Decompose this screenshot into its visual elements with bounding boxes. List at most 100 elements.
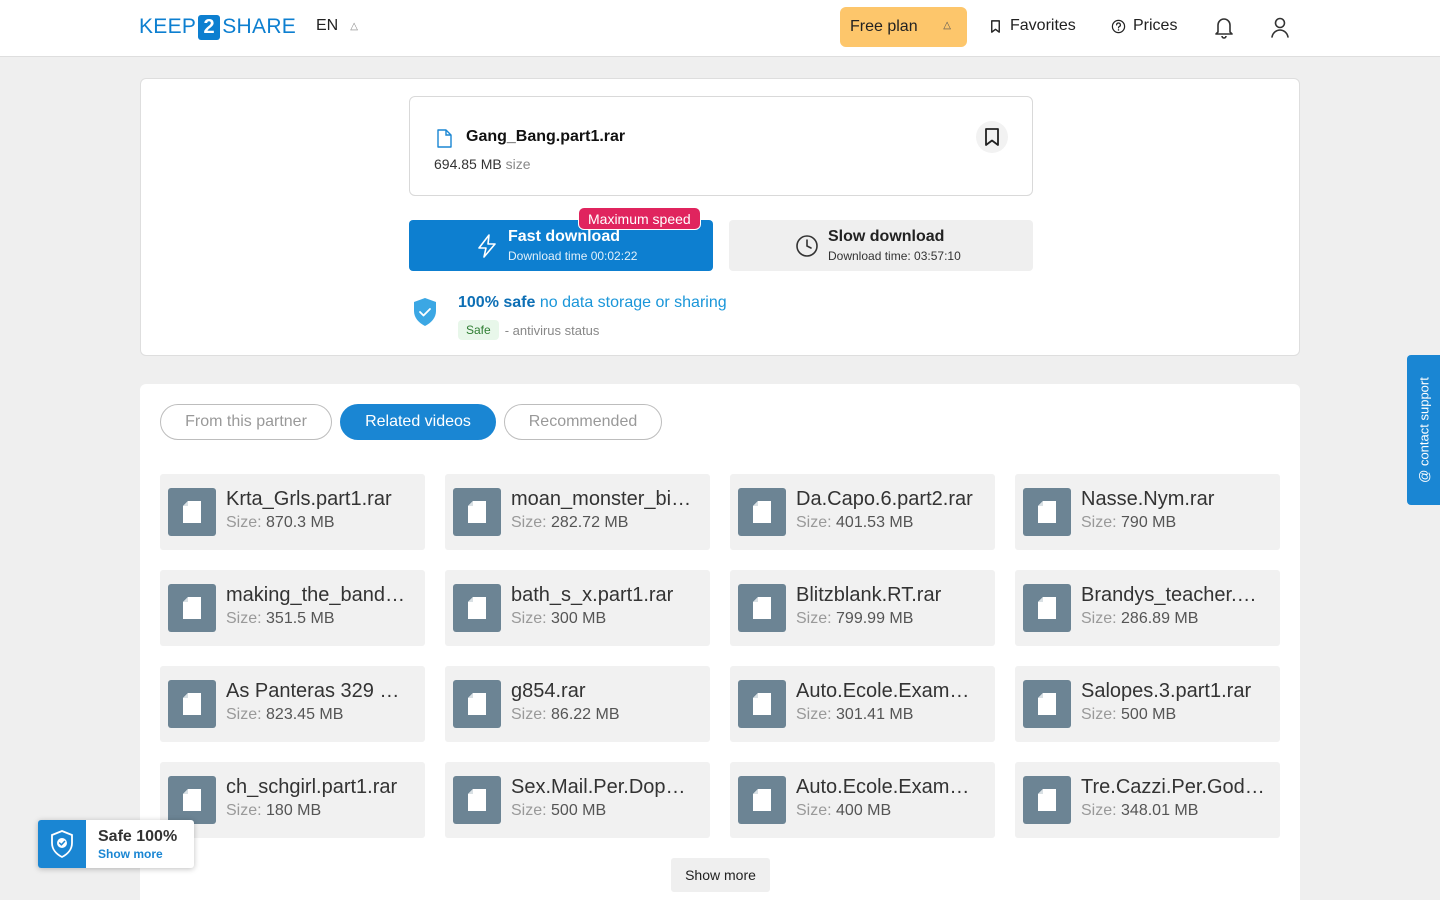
favorites-link[interactable]: Favorites: [988, 17, 1076, 35]
file-card[interactable]: Brandys_teacher.… Size: 286.89 MB: [1015, 570, 1280, 646]
file-card-size: Size: 400 MB: [796, 802, 891, 820]
file-card-size-label: Size:: [796, 610, 832, 627]
document-icon: [753, 789, 771, 811]
favorites-label: Favorites: [1010, 17, 1076, 34]
file-card[interactable]: bath_s_x.part1.rar Size: 300 MB: [445, 570, 710, 646]
file-card-size-value: 286.89 MB: [1121, 610, 1199, 627]
file-card-size-label: Size:: [796, 514, 832, 531]
contact-support-label: @ contact support: [1416, 377, 1431, 483]
file-card-size: Size: 282.72 MB: [511, 514, 628, 532]
file-card-size-label: Size:: [796, 706, 832, 723]
file-card[interactable]: ch_schgirl.part1.rar Size: 180 MB: [160, 762, 425, 838]
safety-line: 100% safe no data storage or sharing: [458, 294, 727, 312]
file-card-name: Sex.Mail.Per.Dop…: [511, 776, 686, 798]
file-card[interactable]: making_the_band… Size: 351.5 MB: [160, 570, 425, 646]
file-card[interactable]: Blitzblank.RT.rar Size: 799.99 MB: [730, 570, 995, 646]
file-card-size-label: Size:: [511, 706, 547, 723]
file-thumbnail: [1023, 488, 1071, 536]
document-icon: [753, 501, 771, 523]
file-card-size: Size: 351.5 MB: [226, 610, 335, 628]
file-card-size-label: Size:: [1081, 802, 1117, 819]
chevron-up-icon: △: [943, 20, 951, 31]
file-card-size: Size: 401.53 MB: [796, 514, 913, 532]
file-thumbnail: [1023, 584, 1071, 632]
file-card[interactable]: As Panteras 329 … Size: 823.45 MB: [160, 666, 425, 742]
file-card-name: Tre.Cazzi.Per.God…: [1081, 776, 1265, 798]
file-thumbnail: [453, 680, 501, 728]
file-card-size-label: Size:: [1081, 610, 1117, 627]
document-icon: [183, 693, 201, 715]
tab-from-partner[interactable]: From this partner: [160, 404, 332, 440]
fast-download-label: Fast download: [508, 228, 620, 245]
safety-rest: no data storage or sharing: [539, 294, 727, 311]
file-card-size-value: 790 MB: [1121, 514, 1177, 531]
contact-support-tab[interactable]: @ contact support: [1407, 355, 1440, 505]
file-card-size-label: Size:: [511, 514, 547, 531]
document-icon: [183, 501, 201, 523]
help-circle-icon: [1111, 19, 1126, 33]
bookmark-button[interactable]: [976, 121, 1008, 153]
file-card-name: Blitzblank.RT.rar: [796, 584, 942, 606]
file-card[interactable]: Auto.Ecole.Exame… Size: 301.41 MB: [730, 666, 995, 742]
file-card-size-label: Size:: [226, 706, 262, 723]
logo[interactable]: KEEP 2 SHARE: [139, 14, 296, 40]
file-card-name: Nasse.Nym.rar: [1081, 488, 1215, 510]
user-icon[interactable]: [1269, 15, 1291, 39]
file-card-size: Size: 301.41 MB: [796, 706, 913, 724]
safe-widget-link[interactable]: Show more: [98, 847, 163, 861]
file-card-size-label: Size:: [226, 802, 262, 819]
file-card-size-value: 401.53 MB: [836, 514, 914, 531]
file-card-size-value: 799.99 MB: [836, 610, 914, 627]
file-card-size: Size: 500 MB: [511, 802, 606, 820]
clock-icon: [796, 235, 818, 257]
lightning-icon: [478, 234, 496, 258]
file-card-name: Brandys_teacher.…: [1081, 584, 1257, 606]
prices-link[interactable]: Prices: [1111, 17, 1177, 35]
document-icon: [468, 693, 486, 715]
show-more-button[interactable]: Show more: [671, 858, 770, 892]
file-card-size: Size: 799.99 MB: [796, 610, 913, 628]
language-label: EN: [316, 17, 339, 34]
file-card-size-label: Size:: [511, 802, 547, 819]
file-card-size-value: 400 MB: [836, 802, 892, 819]
slow-download-button[interactable]: Slow download Download time: 03:57:10: [729, 220, 1033, 271]
file-card[interactable]: Tre.Cazzi.Per.God… Size: 348.01 MB: [1015, 762, 1280, 838]
bookmark-icon: [985, 128, 999, 146]
file-card-size-value: 870.3 MB: [266, 514, 335, 531]
file-card-size-value: 180 MB: [266, 802, 322, 819]
file-card[interactable]: Da.Capo.6.part2.rar Size: 401.53 MB: [730, 474, 995, 550]
file-card-name: Krta_Grls.part1.rar: [226, 488, 392, 510]
file-card-name: As Panteras 329 …: [226, 680, 400, 702]
file-card[interactable]: g854.rar Size: 86.22 MB: [445, 666, 710, 742]
slow-download-label: Slow download: [828, 228, 945, 245]
document-icon: [468, 789, 486, 811]
document-icon: [183, 789, 201, 811]
file-card-size-label: Size:: [226, 514, 262, 531]
tab-related-videos[interactable]: Related videos: [340, 404, 496, 440]
file-card[interactable]: Salopes.3.part1.rar Size: 500 MB: [1015, 666, 1280, 742]
file-card[interactable]: moan_monster_bi… Size: 282.72 MB: [445, 474, 710, 550]
document-icon: [1038, 501, 1056, 523]
file-card-size-value: 500 MB: [1121, 706, 1177, 723]
tab-recommended[interactable]: Recommended: [504, 404, 662, 440]
document-icon: [468, 501, 486, 523]
file-card-size-value: 351.5 MB: [266, 610, 335, 627]
file-size-value: 694.85 MB: [434, 156, 502, 172]
safe-widget[interactable]: Safe 100% Show more: [38, 820, 194, 868]
bell-icon[interactable]: [1213, 15, 1235, 39]
document-icon: [468, 597, 486, 619]
file-card-name: g854.rar: [511, 680, 586, 702]
plan-selector[interactable]: Free plan △: [840, 7, 967, 47]
file-card[interactable]: Nasse.Nym.rar Size: 790 MB: [1015, 474, 1280, 550]
file-card[interactable]: Sex.Mail.Per.Dop… Size: 500 MB: [445, 762, 710, 838]
safe-badge: Safe: [458, 320, 499, 340]
language-selector[interactable]: EN △: [316, 17, 358, 35]
file-thumbnail: [738, 776, 786, 824]
file-card-size: Size: 348.01 MB: [1081, 802, 1198, 820]
file-card-size-label: Size:: [511, 610, 547, 627]
file-card[interactable]: Auto.Ecole.Exame… Size: 400 MB: [730, 762, 995, 838]
document-icon: [1038, 597, 1056, 619]
related-section: From this partner Related videos Recomme…: [140, 384, 1300, 900]
file-thumbnail: [168, 488, 216, 536]
file-card[interactable]: Krta_Grls.part1.rar Size: 870.3 MB: [160, 474, 425, 550]
